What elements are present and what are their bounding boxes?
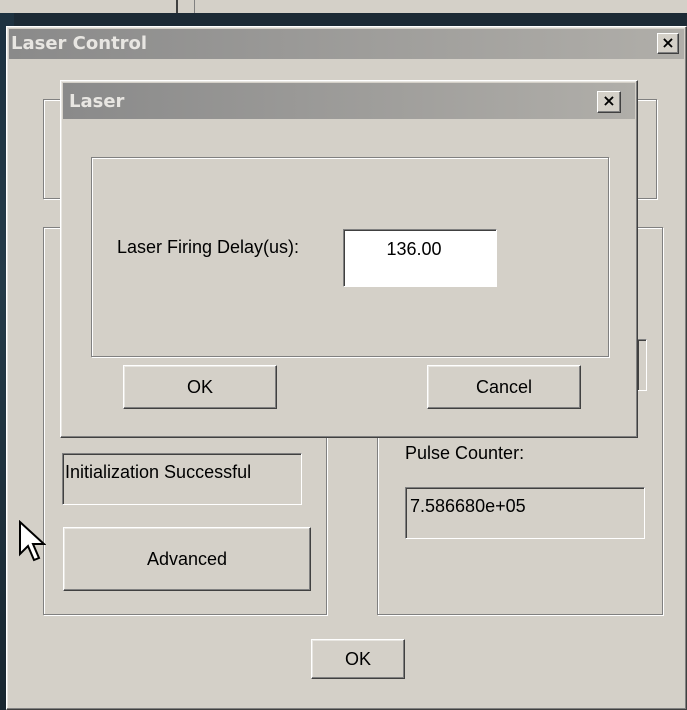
status-text: Initialization Successful xyxy=(65,462,252,482)
laser-control-close-button[interactable]: × xyxy=(657,33,679,54)
pulse-counter-label: Pulse Counter: xyxy=(405,443,525,463)
pulse-counter-field: 7.586680e+05 xyxy=(405,487,645,539)
laser-dialog-ok-button[interactable]: OK xyxy=(123,365,277,409)
delay-label: Laser Firing Delay(us): xyxy=(117,237,300,257)
status-field: Initialization Successful xyxy=(62,453,302,505)
delay-input[interactable]: 136.00 xyxy=(343,229,497,287)
right-upper-field xyxy=(637,339,647,391)
delay-value: 136.00 xyxy=(386,239,442,259)
background-window-edge xyxy=(0,0,687,13)
laser-control-titlebar[interactable]: Laser Control × xyxy=(9,29,684,59)
ok-label: OK xyxy=(186,377,213,397)
advanced-label: Advanced xyxy=(146,549,228,569)
pulse-counter-value: 7.586680e+05 xyxy=(410,496,526,516)
laser-control-ok-button[interactable]: OK xyxy=(311,639,405,679)
laser-dialog-close-button[interactable]: × xyxy=(597,91,621,113)
advanced-button[interactable]: Advanced xyxy=(63,527,311,591)
close-icon: × xyxy=(602,91,616,110)
close-icon: × xyxy=(661,33,675,52)
ok-label: OK xyxy=(344,649,371,669)
cancel-label: Cancel xyxy=(475,377,533,397)
arrow-pointer-icon xyxy=(19,520,46,562)
laser-dialog: Laser × Laser Firing Delay(us): 136.00 O… xyxy=(60,80,638,438)
laser-dialog-cancel-button[interactable]: Cancel xyxy=(427,365,581,409)
laser-dialog-titlebar[interactable]: Laser × xyxy=(63,83,635,119)
window-title: Laser Control xyxy=(11,33,148,54)
dialog-title: Laser xyxy=(69,91,125,112)
